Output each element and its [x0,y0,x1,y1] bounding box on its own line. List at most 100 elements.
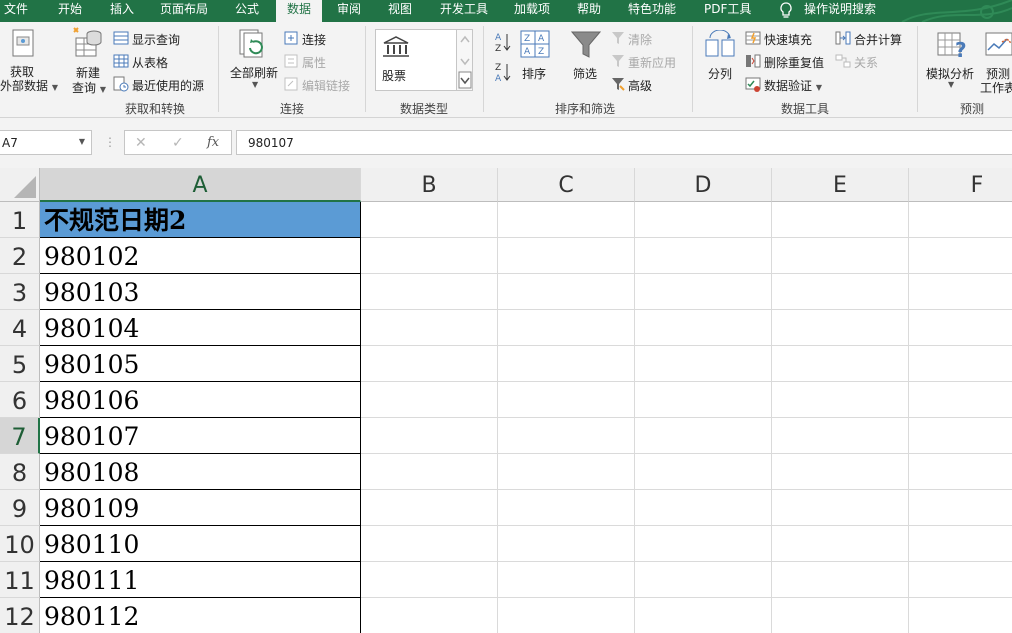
connections-button[interactable]: 连接 [302,31,326,48]
formula-input[interactable]: 980107 [236,130,1012,155]
forecast-sheet-label2[interactable]: 工作表 [980,79,1012,96]
row-header[interactable]: 5 [0,346,40,382]
column-header-d[interactable]: D [635,168,772,202]
row-header[interactable]: 9 [0,490,40,526]
show-queries-icon [113,31,129,48]
refresh-all-icon [238,28,268,63]
edit-links-icon [284,77,298,94]
ribbon-data: 获取 外部数据 ▼ 新建 查询 ▼ 显示查询 从表格 最近使用的源 获取和转换 … [0,22,1012,118]
select-all-triangle-icon [14,176,36,198]
row-header-selected[interactable]: 7 [0,418,40,454]
formula-value: 980107 [248,136,294,150]
chevron-down-icon[interactable]: ▼ [79,137,85,146]
data-type-gallery[interactable]: 股票 [375,29,457,91]
tab-view[interactable]: 视图 [388,0,418,22]
row-header[interactable]: 10 [0,526,40,562]
relationships-button[interactable]: 关系 [854,54,878,71]
cell-a5[interactable]: 980105 [40,346,361,382]
group-separator [483,26,484,112]
data-validation-button[interactable]: 数据验证 ▼ [764,77,822,94]
tab-formulas[interactable]: 公式 [235,0,265,22]
new-query-icon [72,26,106,63]
reapply-button[interactable]: 重新应用 [628,54,676,71]
cell-a4[interactable]: 980104 [40,310,361,346]
tab-data[interactable]: 数据 [276,0,322,22]
consolidate-button[interactable]: 合并计算 [854,31,902,48]
reapply-icon [611,54,625,71]
filter-button[interactable]: 筛选 [573,65,597,82]
cell-a3[interactable]: 980103 [40,274,361,310]
tab-insert[interactable]: 插入 [110,0,140,22]
tab-home[interactable]: 开始 [58,0,88,22]
cell-a2[interactable]: 980102 [40,238,361,274]
row-header[interactable]: 8 [0,454,40,490]
get-external-data-button[interactable]: 外部数据 ▼ [0,77,58,94]
cell-a6[interactable]: 980106 [40,382,361,418]
cell-a12[interactable]: 980112 [40,598,361,633]
cell-a10[interactable]: 980110 [40,526,361,562]
chevron-down-icon[interactable]: ▼ [252,80,258,89]
flash-fill-icon [745,31,761,48]
remove-duplicates-button[interactable]: 删除重复值 [764,54,824,71]
flash-fill-button[interactable]: 快速填充 [764,31,812,48]
row-header[interactable]: 2 [0,238,40,274]
formula-bar-grip-icon[interactable]: ⋮ [104,135,116,149]
tab-addins[interactable]: 加载项 [514,0,554,22]
recent-sources-button[interactable]: 最近使用的源 [132,77,204,94]
header-cell-a1[interactable]: 不规范日期2 [40,202,361,238]
chevron-down-icon: ▼ [51,83,58,92]
sort-button[interactable]: 排序 [522,65,546,82]
cell-a11[interactable]: 980111 [40,562,361,598]
worksheet-grid[interactable]: A B C D E F 1 2 3 4 5 6 7 8 9 10 11 12 不… [0,168,1012,633]
data-validation-icon [745,77,761,96]
formula-buttons: ✕ ✓ fx [124,130,232,155]
new-query-button[interactable]: 查询 ▼ [72,79,106,96]
advanced-filter-icon [611,77,625,94]
row-header[interactable]: 6 [0,382,40,418]
group-label-data-tools: 数据工具 [780,102,829,116]
tab-featured[interactable]: 特色功能 [628,0,680,22]
column-header-e[interactable]: E [772,168,909,202]
tab-help[interactable]: 帮助 [577,0,607,22]
tab-developer[interactable]: 开发工具 [440,0,492,22]
column-header-a[interactable]: A [40,168,361,202]
chevron-down-icon[interactable]: ▼ [948,80,954,89]
properties-button[interactable]: 属性 [302,54,326,71]
tab-pdf-tools[interactable]: PDF工具 [704,0,756,22]
cell-a7-active[interactable]: 980107 [40,418,361,454]
refresh-all-button[interactable]: 全部刷新 [230,64,278,81]
text-to-columns-button[interactable]: 分列 [708,65,732,82]
row-header[interactable]: 1 [0,202,40,238]
group-label-sort-filter: 排序和筛选 [554,102,615,116]
row-header[interactable]: 3 [0,274,40,310]
clear-button[interactable]: 清除 [628,31,652,48]
name-box[interactable]: A7 ▼ [0,130,92,155]
sort-ascending-icon[interactable]: AZ [494,31,512,56]
cancel-icon[interactable]: ✕ [135,135,147,151]
cell-a9[interactable]: 980109 [40,490,361,526]
group-separator [218,26,219,112]
row-header[interactable]: 12 [0,598,40,633]
enter-icon[interactable]: ✓ [172,135,184,151]
from-table-button[interactable]: 从表格 [132,54,168,71]
cell-a8[interactable]: 980108 [40,454,361,490]
edit-links-button[interactable]: 编辑链接 [302,77,350,94]
sort-descending-icon[interactable]: ZA [494,61,512,86]
svg-text:A: A [524,47,531,57]
column-header-c[interactable]: C [498,168,635,202]
tell-me-search[interactable]: 操作说明搜索 [804,0,884,22]
svg-text:Z: Z [495,44,501,53]
insert-function-icon[interactable]: fx [207,135,219,150]
advanced-button[interactable]: 高级 [628,77,652,94]
tab-file[interactable]: 文件 [4,0,32,22]
select-all-button[interactable] [0,168,40,202]
gallery-scroll[interactable] [457,29,473,91]
tab-page-layout[interactable]: 页面布局 [160,0,212,22]
what-if-analysis-icon: ? [936,30,968,63]
tab-review[interactable]: 审阅 [337,0,367,22]
column-header-b[interactable]: B [361,168,498,202]
row-header[interactable]: 11 [0,562,40,598]
row-header[interactable]: 4 [0,310,40,346]
show-queries-button[interactable]: 显示查询 [132,31,180,48]
column-header-f[interactable]: F [909,168,1012,202]
